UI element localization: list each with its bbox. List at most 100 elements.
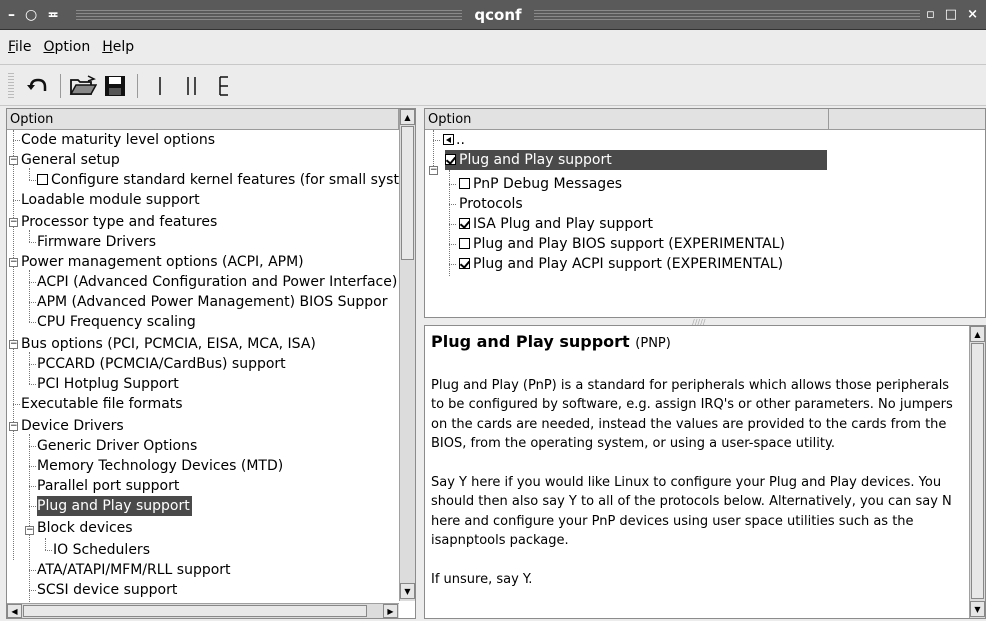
tree-branch [29, 506, 36, 507]
option-item[interactable]: Protocols [459, 194, 525, 214]
tree-item[interactable]: Memory Technology Devices (MTD) [37, 456, 285, 476]
tree-item-selected[interactable]: Plug and Play support [37, 496, 192, 516]
checkbox-icon[interactable] [37, 174, 48, 185]
scroll-up-icon[interactable]: ▲ [970, 326, 985, 342]
tree-item[interactable]: Bus options (PCI, PCMCIA, EISA, MCA, ISA… [21, 334, 318, 354]
tree-item[interactable]: Code maturity level options [21, 130, 217, 150]
tree-line [45, 538, 46, 550]
window-title: qconf [474, 5, 522, 24]
parent-menu-item[interactable]: .. [443, 130, 467, 150]
collapse-toggle[interactable]: − [9, 156, 18, 165]
scroll-right-icon[interactable]: ▶ [383, 604, 398, 618]
menu-help[interactable]: Help [100, 37, 136, 57]
tree-item[interactable]: Power management options (ACPI, APM) [21, 252, 306, 272]
help-text: Plug and Play support (PNP) Plug and Pla… [431, 332, 961, 608]
checkbox-checked-icon[interactable] [459, 218, 470, 229]
tree-vertical-scrollbar[interactable]: ▲ ▼ [399, 109, 415, 601]
tree-branch [29, 446, 36, 447]
tree-item[interactable]: Firmware Drivers [37, 232, 158, 252]
collapse-toggle[interactable]: − [9, 340, 18, 349]
tree-branch [29, 466, 36, 467]
menu-file[interactable]: File [6, 37, 33, 57]
tree-item[interactable]: ACPI (Advanced Configuration and Power I… [37, 272, 399, 292]
window-menu-icon[interactable]: ○ [25, 7, 37, 23]
help-title: Plug and Play support (PNP) [431, 332, 671, 351]
scroll-thumb[interactable] [23, 605, 367, 617]
tree-branch [45, 550, 52, 551]
back-arrow-icon [443, 134, 454, 145]
single-view-button[interactable] [144, 71, 176, 101]
tree-item[interactable]: PCI Hotplug Support [37, 374, 181, 394]
tree-branch [29, 590, 36, 591]
option-item[interactable]: ISA Plug and Play support [459, 214, 655, 234]
option-column-header[interactable]: Option [425, 109, 830, 129]
tree-branch [29, 486, 36, 487]
option-item[interactable]: Plug and Play ACPI support (EXPERIMENTAL… [459, 254, 785, 274]
tree-horizontal-scrollbar[interactable]: ◀ ▶ [7, 603, 399, 618]
option-column-header[interactable]: Option [7, 109, 399, 129]
scroll-down-icon[interactable]: ▼ [400, 583, 415, 599]
value-column-header[interactable] [829, 109, 985, 129]
iconify-icon[interactable]: ▫ [926, 7, 935, 22]
config-tree-panel: Option − − − − − − Code maturity level o… [6, 108, 416, 619]
tree-item[interactable]: APM (Advanced Power Management) BIOS Sup… [37, 292, 389, 312]
tree-item[interactable]: General setup [21, 150, 122, 170]
title-bar: – ○ ≖ qconf ▫ □ × [0, 0, 986, 30]
option-item[interactable]: Plug and Play BIOS support (EXPERIMENTAL… [459, 234, 787, 254]
minimize-icon[interactable]: – [8, 7, 15, 23]
tree-branch [13, 200, 20, 201]
tree-item[interactable]: Configure standard kernel features (for … [37, 170, 401, 190]
tree-item[interactable]: Executable file formats [21, 394, 185, 414]
help-paragraph: Plug and Play (PnP) is a standard for pe… [431, 377, 953, 452]
tree-item[interactable]: IO Schedulers [53, 540, 152, 560]
checkbox-icon[interactable] [459, 238, 470, 249]
checkbox-checked-icon[interactable] [445, 154, 456, 165]
tree-item[interactable]: Device Drivers [21, 416, 126, 436]
tree-branch [449, 264, 456, 265]
collapse-toggle[interactable]: − [9, 422, 18, 431]
scroll-up-icon[interactable]: ▲ [400, 109, 415, 125]
tree-item[interactable]: Generic Driver Options [37, 436, 199, 456]
checkbox-icon[interactable] [459, 178, 470, 189]
tree-item[interactable]: Processor type and features [21, 212, 219, 232]
checkbox-checked-icon[interactable] [459, 258, 470, 269]
back-button[interactable] [22, 71, 54, 101]
collapse-toggle[interactable]: − [429, 166, 438, 175]
tree-branch [433, 140, 440, 141]
option-list-panel: Option − .. Plug and Play support PnP De… [424, 108, 986, 318]
tree-item[interactable]: Block devices [37, 518, 135, 538]
toolbar-grip[interactable] [8, 72, 14, 99]
maximize-icon[interactable]: □ [945, 7, 957, 22]
scroll-down-icon[interactable]: ▼ [970, 601, 985, 617]
collapse-toggle[interactable]: − [25, 526, 34, 535]
shade-icon[interactable]: ≖ [47, 7, 59, 23]
scroll-left-icon[interactable]: ◀ [7, 604, 22, 618]
scroll-thumb[interactable] [971, 343, 984, 599]
collapse-toggle[interactable]: − [9, 258, 18, 267]
tree-item[interactable]: ATA/ATAPI/MFM/RLL support [37, 560, 233, 580]
full-view-button[interactable] [208, 71, 240, 101]
option-item-selected[interactable]: Plug and Play support [445, 150, 827, 170]
scroll-thumb[interactable] [401, 126, 414, 260]
tree-branch [29, 322, 36, 323]
tree-branch [29, 242, 36, 243]
tree-item[interactable]: Parallel port support [37, 476, 181, 496]
tree-line [29, 434, 30, 602]
tree-item[interactable]: PCCARD (PCMCIA/CardBus) support [37, 354, 288, 374]
list-header: Option [425, 109, 985, 130]
tree-item[interactable]: Loadable module support [21, 190, 202, 210]
option-item[interactable]: PnP Debug Messages [459, 174, 624, 194]
tree-item[interactable]: CPU Frequency scaling [37, 312, 198, 332]
close-icon[interactable]: × [967, 7, 978, 22]
tree-branch [29, 570, 36, 571]
tree-branch [29, 282, 36, 283]
save-button[interactable] [99, 71, 131, 101]
menu-option[interactable]: Option [41, 37, 92, 57]
help-paragraph: Say Y here if you would like Linux to co… [431, 474, 952, 549]
split-view-icon [187, 76, 196, 95]
split-view-button[interactable] [176, 71, 208, 101]
tree-item[interactable]: SCSI device support [37, 580, 179, 600]
collapse-toggle[interactable]: − [9, 218, 18, 227]
load-button[interactable] [67, 71, 99, 101]
help-vertical-scrollbar[interactable]: ▲ ▼ [969, 326, 985, 618]
